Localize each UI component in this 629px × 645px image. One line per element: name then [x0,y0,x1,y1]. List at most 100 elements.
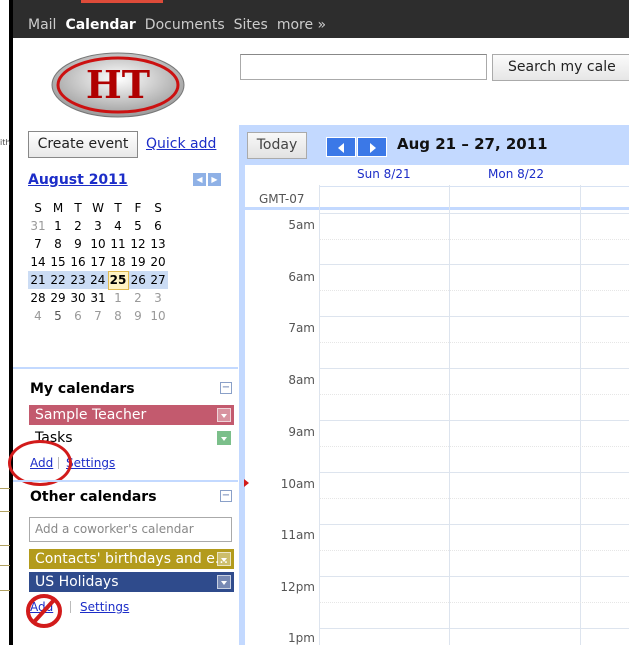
today-cell[interactable]: 25 [107,270,129,290]
nav-item-sites[interactable]: Sites [234,17,268,33]
search-input[interactable] [240,54,487,80]
day-cell[interactable]: 3 [88,217,108,235]
day-cell[interactable]: 10 [148,307,168,325]
weekday-label: M [52,201,64,215]
day-cell[interactable]: 8 [108,307,128,325]
day-cell[interactable]: 4 [108,217,128,235]
day-cell[interactable]: 20 [148,253,168,271]
my-calendars-title[interactable]: My calendars [30,381,135,397]
dropdown-arrow-icon[interactable] [217,552,231,566]
day-cell[interactable]: 17 [88,253,108,271]
collapse-icon[interactable]: − [220,490,232,502]
add-coworker-input[interactable]: Add a coworker's calendar [29,517,232,542]
half-hour-line [319,342,629,343]
day-cell[interactable]: 13 [148,235,168,253]
day-cell[interactable]: 26 [128,271,148,289]
edge-tick [0,511,10,512]
calendar-label: US Holidays [35,574,119,590]
day-cell[interactable]: 28 [28,289,48,307]
day-cell[interactable]: 4 [28,307,48,325]
hour-label: 6am [288,270,315,284]
hour-line [319,576,629,577]
weekday-label: T [114,201,122,215]
timezone-label: GMT-07 [259,192,305,206]
edge-fragment-text: ith [0,138,11,147]
day-cell[interactable]: 1 [108,289,128,307]
day-cell[interactable]: 31 [88,289,108,307]
day-cell[interactable]: 2 [68,217,88,235]
nav-item-documents[interactable]: Documents [145,17,225,33]
link-divider [70,601,71,613]
day-header-mon[interactable]: Mon 8/22 [488,167,544,181]
day-cell[interactable]: 14 [28,253,48,271]
mini-calendar-current-week: 21 22 23 24 25 26 27 [28,270,168,290]
collapse-icon[interactable]: − [220,382,232,394]
all-day-row[interactable] [319,186,629,204]
prev-week-icon[interactable] [326,137,356,157]
day-cell[interactable]: 5 [48,307,68,325]
weekday-header-row: S M T W T F S [28,199,168,217]
mini-calendar: August 2011 ◀ ▶ S M T W T F S 31 1 2 3 4… [13,163,238,363]
mini-calendar-week: 7 8 9 10 11 12 13 [28,235,168,253]
today-button[interactable]: Today [247,132,307,159]
day-cell[interactable]: 10 [88,235,108,253]
hour-label: 8am [288,373,315,387]
day-cell[interactable]: 8 [48,235,68,253]
nav-item-mail[interactable]: Mail [28,17,56,33]
edge-tick [0,488,10,489]
dropdown-arrow-icon[interactable] [217,575,231,589]
calendar-item-contacts-birthdays[interactable]: Contacts' birthdays and e... [29,549,234,569]
day-cell[interactable]: 24 [88,271,108,289]
prev-month-icon[interactable]: ◀ [193,173,206,186]
other-calendars-title[interactable]: Other calendars [30,489,157,505]
day-cell[interactable]: 5 [128,217,148,235]
day-cell[interactable]: 23 [68,271,88,289]
day-cell[interactable]: 3 [148,289,168,307]
day-cell[interactable]: 30 [68,289,88,307]
nav-item-calendar[interactable]: Calendar [65,17,135,33]
day-cell[interactable]: 31 [28,217,48,235]
day-cell[interactable]: 1 [48,217,68,235]
day-cell[interactable]: 6 [148,217,168,235]
calendar-item-us-holidays[interactable]: US Holidays [29,572,234,592]
day-cell[interactable]: 12 [128,235,148,253]
day-cell[interactable]: 21 [28,271,48,289]
day-cell[interactable]: 7 [28,235,48,253]
day-cell[interactable]: 9 [68,235,88,253]
edge-tick [0,565,10,566]
dropdown-arrow-icon[interactable] [217,431,231,445]
day-cell[interactable]: 22 [48,271,68,289]
other-settings-link[interactable]: Settings [80,600,129,614]
nav-item-more[interactable]: more » [277,17,326,33]
day-cell[interactable]: 27 [148,271,168,289]
day-cell[interactable]: 7 [88,307,108,325]
day-cell[interactable]: 29 [48,289,68,307]
weekday-label: S [154,201,162,215]
edge-tick [0,590,10,591]
search-calendar-button[interactable]: Search my cale [492,54,629,81]
day-cell[interactable]: 18 [108,253,128,271]
day-cell[interactable]: 19 [128,253,148,271]
day-cell[interactable]: 11 [108,235,128,253]
day-cell[interactable]: 16 [68,253,88,271]
dropdown-arrow-icon[interactable] [217,408,231,422]
quick-add-link[interactable]: Quick add [146,136,216,152]
day-header-sun[interactable]: Sun 8/21 [357,167,411,181]
hour-label: 1pm [288,631,315,645]
day-cell[interactable]: 15 [48,253,68,271]
mini-calendar-nav: ◀ ▶ [193,173,221,186]
create-event-button[interactable]: Create event [28,131,138,158]
day-cell[interactable]: 9 [128,307,148,325]
nav-list: Mail Calendar Documents Sites more » [28,17,335,33]
settings-link[interactable]: Settings [66,456,115,470]
current-time-marker [244,479,249,487]
calendar-item-sample-teacher[interactable]: Sample Teacher [29,405,234,425]
half-hour-line [319,394,629,395]
hour-label: 7am [288,321,315,335]
mini-calendar-month[interactable]: August 2011 [28,172,128,188]
day-cell[interactable]: 2 [128,289,148,307]
sidebar-divider [13,367,238,369]
next-week-icon[interactable] [357,137,387,157]
day-cell[interactable]: 6 [68,307,88,325]
next-month-icon[interactable]: ▶ [208,173,221,186]
